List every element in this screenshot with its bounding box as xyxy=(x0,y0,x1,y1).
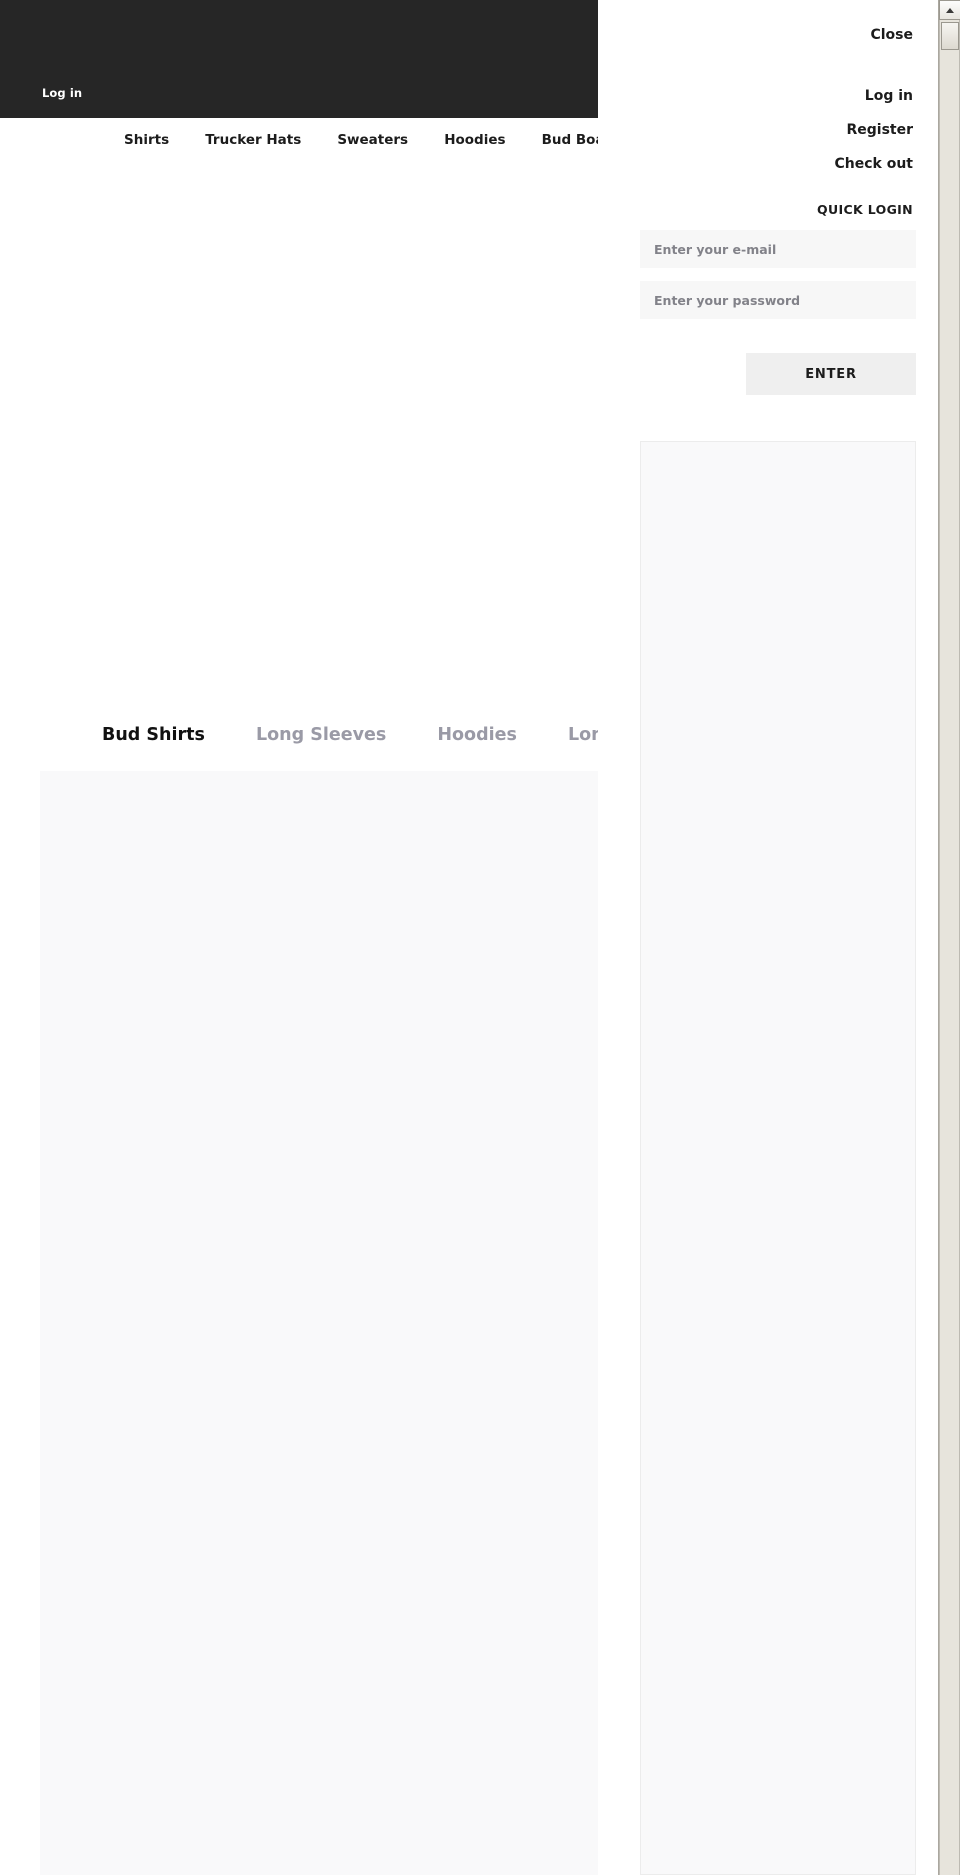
scrollbar-thumb[interactable] xyxy=(941,22,959,50)
primary-navigation-list: Shirts Trucker Hats Sweaters Hoodies Bud… xyxy=(124,128,598,152)
quick-login-heading: QUICK LOGIN xyxy=(816,202,913,217)
scrollbar-up-button[interactable] xyxy=(939,0,960,20)
masthead-login-link[interactable]: Log in xyxy=(42,86,82,100)
tab-long-sleeves[interactable]: Long Sleeves xyxy=(256,722,386,748)
tab-long-boards[interactable]: Long Bo xyxy=(568,722,598,748)
storefront-column: Log in Shirts Trucker Hats Sweaters Hood… xyxy=(0,0,598,1875)
drawer-login-link[interactable]: Log in xyxy=(865,87,913,105)
scrollbar-track[interactable] xyxy=(939,20,960,1875)
category-tab-list: Bud Shirts Long Sleeves Hoodies Long Bo xyxy=(102,722,598,748)
category-tab-strip: Bud Shirts Long Sleeves Hoodies Long Bo xyxy=(0,722,598,758)
enter-submit-button[interactable]: ENTER xyxy=(746,353,916,395)
nav-item-bud-boards[interactable]: Bud Boards xyxy=(542,128,598,152)
nav-item-sweaters[interactable]: Sweaters xyxy=(337,128,408,152)
drawer-cart-panel xyxy=(640,441,916,1875)
nav-item-trucker-hats[interactable]: Trucker Hats xyxy=(205,128,301,152)
password-input[interactable] xyxy=(640,281,916,319)
drawer-close-button[interactable]: Close xyxy=(870,26,913,44)
product-grid-panel xyxy=(40,771,598,1875)
tab-hoodies[interactable]: Hoodies xyxy=(437,722,517,748)
drawer-checkout-link[interactable]: Check out xyxy=(835,155,914,173)
vertical-scrollbar[interactable] xyxy=(938,0,960,1875)
primary-navigation: Shirts Trucker Hats Sweaters Hoodies Bud… xyxy=(0,128,598,162)
browser-viewport: Log in Shirts Trucker Hats Sweaters Hood… xyxy=(0,0,960,1875)
nav-item-shirts[interactable]: Shirts xyxy=(124,128,169,152)
nav-item-hoodies[interactable]: Hoodies xyxy=(444,128,505,152)
tab-bud-shirts[interactable]: Bud Shirts xyxy=(102,722,205,748)
triangle-up-icon xyxy=(946,7,954,13)
site-masthead: Log in xyxy=(0,0,598,118)
email-input[interactable] xyxy=(640,230,916,268)
drawer-register-link[interactable]: Register xyxy=(846,121,913,139)
account-drawer: Close Log in Register Check out QUICK LO… xyxy=(598,0,938,1875)
